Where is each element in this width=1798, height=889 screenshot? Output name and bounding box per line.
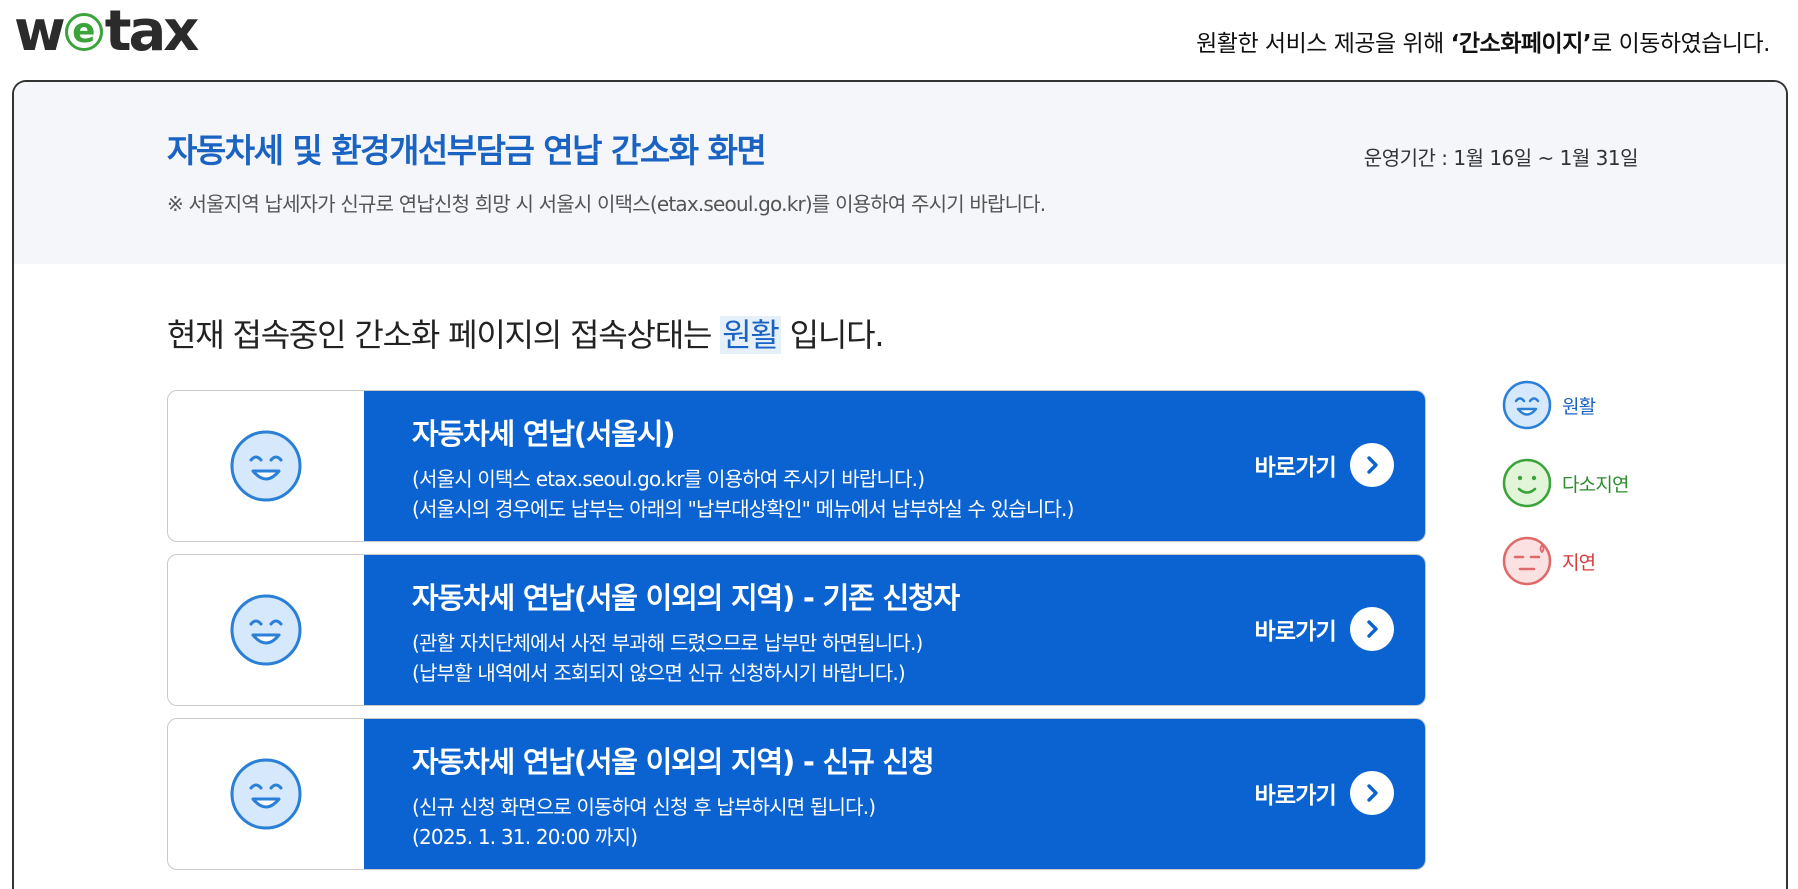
go-label: 바로가기 [1254,619,1337,645]
status-badge: 원활 [720,316,781,354]
chevron-right-icon[interactable] [1350,607,1394,651]
card-body: 자동차세 연납(서울시) (서울시 이택스 etax.seoul.go.kr를 … [364,391,1425,541]
status-suffix: 입니다. [780,316,885,354]
legend-label: 원활 [1562,395,1596,418]
go-button[interactable]: 바로가기 [1255,443,1394,487]
card-body: 자동차세 연납(서울 이외의 지역) - 기존 신청자 (관할 자치단체에서 사… [364,555,1425,705]
redirect-notice-suffix: 로 이동하였습니다. [1591,31,1770,57]
legend-item-slight-delay: 다소지연 [1502,458,1630,508]
go-button[interactable]: 바로가기 [1255,607,1394,651]
sad-face-icon [1502,536,1552,586]
card-desc-2: (납부할 내역에서 조회되지 않으면 신규 신청하시기 바랍니다.) [412,661,906,685]
go-label: 바로가기 [1254,783,1337,809]
smile-face-icon [230,758,302,830]
page-title: 자동차세 및 환경개선부담금 연납 간소화 화면 [167,131,767,170]
redirect-notice-bold: ‘간소화페이지’ [1450,31,1592,57]
chevron-right-icon[interactable] [1350,771,1394,815]
logo-text: w e tax [14,0,199,64]
go-label: 바로가기 [1254,455,1337,481]
card-desc-1: (신규 신청 화면으로 이동하여 신청 후 납부하시면 됩니다.) [412,795,876,819]
hero-section: 자동차세 및 환경개선부담금 연납 간소화 화면 운영기간 : 1월 16일 ~… [14,82,1786,264]
legend-item-smooth: 원활 [1502,380,1596,430]
card-desc-2: (서울시의 경우에도 납부는 아래의 "납부대상확인" 메뉴에서 납부하실 수 … [412,497,1074,521]
wetax-logo[interactable]: w e tax [14,0,199,64]
smile-face-icon [1502,380,1552,430]
card-status-face [168,391,364,541]
card-desc-1: (서울시 이택스 etax.seoul.go.kr를 이용하여 주시기 바랍니다… [412,467,925,491]
card-body: 자동차세 연납(서울 이외의 지역) - 신규 신청 (신규 신청 화면으로 이… [364,719,1425,869]
card-seoul[interactable]: 자동차세 연납(서울시) (서울시 이택스 etax.seoul.go.kr를 … [167,390,1426,542]
legend-item-delay: 지연 [1502,536,1596,586]
card-title: 자동차세 연납(서울 이외의 지역) - 기존 신청자 [412,581,960,615]
smile-face-icon [230,594,302,666]
operation-period: 운영기간 : 1월 16일 ~ 1월 31일 [1363,146,1639,170]
card-status-face [168,719,364,869]
card-title: 자동차세 연납(서울시) [412,417,676,451]
card-desc-2: (2025. 1. 31. 20:00 까지) [412,825,638,849]
neutral-face-icon [1502,458,1552,508]
legend-label: 지연 [1562,551,1596,574]
chevron-right-icon[interactable] [1350,443,1394,487]
logo-e-mark: e [64,12,103,51]
redirect-notice: 원활한 서비스 제공을 위해 ‘간소화페이지’로 이동하였습니다. [1196,24,1770,58]
card-title: 자동차세 연납(서울 이외의 지역) - 신규 신청 [412,745,935,779]
status-prefix: 현재 접속중인 간소화 페이지의 접속상태는 [167,316,721,354]
card-non-seoul-new[interactable]: 자동차세 연납(서울 이외의 지역) - 신규 신청 (신규 신청 화면으로 이… [167,718,1426,870]
top-bar: w e tax 원활한 서비스 제공을 위해 ‘간소화페이지’로 이동하였습니다. [0,0,1798,80]
legend-label: 다소지연 [1562,473,1630,496]
card-desc-1: (관할 자치단체에서 사전 부과해 드렸으므로 납부만 하면됩니다.) [412,631,923,655]
connection-status: 현재 접속중인 간소화 페이지의 접속상태는 원활 입니다. [167,310,885,356]
redirect-notice-prefix: 원활한 서비스 제공을 위해 [1196,31,1451,57]
card-status-face [168,555,364,705]
go-button[interactable]: 바로가기 [1255,771,1394,815]
card-non-seoul-existing[interactable]: 자동차세 연납(서울 이외의 지역) - 기존 신청자 (관할 자치단체에서 사… [167,554,1426,706]
seoul-notice: ※ 서울지역 납세자가 신규로 연납신청 희망 시 서울시 이택스(etax.s… [167,192,1046,216]
main-frame: 자동차세 및 환경개선부담금 연납 간소화 화면 운영기간 : 1월 16일 ~… [12,80,1788,889]
smile-face-icon [230,430,302,502]
